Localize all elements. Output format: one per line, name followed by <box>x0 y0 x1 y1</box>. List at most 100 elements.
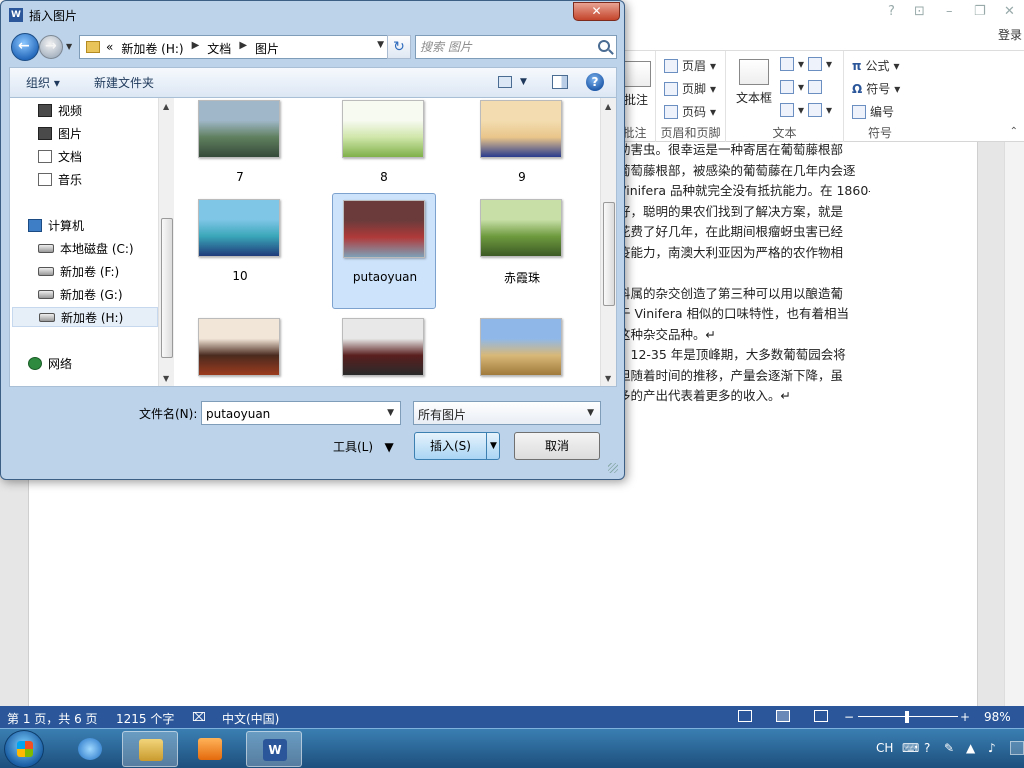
settings-tray-icon[interactable]: ✎ <box>944 741 954 755</box>
signature-button[interactable]: ▾ <box>808 57 832 71</box>
refresh-button[interactable]: ↻ <box>387 35 411 59</box>
scroll-thumb[interactable] <box>603 202 615 306</box>
ribbon-display-icon[interactable]: ⊡ <box>914 4 925 19</box>
file-tile[interactable]: 赤霞珠 <box>470 193 574 309</box>
restore-icon[interactable]: ❐ <box>974 4 986 19</box>
quick-parts-button[interactable]: ▾ <box>780 57 804 71</box>
file-tile[interactable] <box>332 312 436 386</box>
filename-combobox[interactable]: ▼ <box>201 401 401 425</box>
zoom-slider-thumb[interactable] <box>905 711 909 723</box>
image-thumbnail[interactable] <box>480 318 562 376</box>
taskbar-explorer[interactable] <box>122 731 178 767</box>
file-tile[interactable] <box>188 312 292 386</box>
scroll-down-icon[interactable]: ▼ <box>163 374 169 383</box>
input-language[interactable]: CH <box>876 741 893 755</box>
breadcrumb-overflow[interactable]: « <box>106 40 113 57</box>
filename-dropdown-icon[interactable]: ▼ <box>387 408 394 418</box>
image-thumbnail[interactable] <box>342 318 424 376</box>
navigation-scrollbar[interactable]: ▲ ▼ <box>158 98 174 386</box>
wordart-button[interactable]: ▾ <box>780 80 804 94</box>
address-bar[interactable]: « 新加卷 (H:) ▶ 文档 ▶ 图片 ▼ <box>79 35 389 59</box>
document-text[interactable]: 助害虫。很幸运是一种寄居在葡萄藤根部 葡萄藤根部，被感染的葡萄藤在几年内会逐 Vin… <box>618 140 870 407</box>
image-thumbnail[interactable] <box>480 100 562 158</box>
page-count-status[interactable]: 第 1 页，共 6 页 <box>7 710 98 727</box>
cancel-button[interactable]: 取消 <box>514 432 600 460</box>
web-layout-icon[interactable] <box>814 710 828 722</box>
help-button[interactable]: ? <box>586 73 604 91</box>
document-line[interactable]: 于 Vinifera 相似的口味特性，也有着相当 <box>618 304 870 325</box>
dropcap-button[interactable]: ▾ <box>780 103 804 117</box>
document-line[interactable]: 但随着时间的推移，产量会逐渐下降，虽 <box>618 366 870 387</box>
organize-button[interactable]: 组织 ▾ <box>26 74 60 91</box>
file-tile[interactable]: 10 <box>188 193 292 309</box>
back-button[interactable]: ← <box>11 33 39 61</box>
document-line[interactable]: 葡萄藤根部，被感染的葡萄藤在几年内会逐 <box>618 161 870 182</box>
nav-item-2[interactable]: 文档 <box>38 146 82 166</box>
textbox-button[interactable]: 文本框 <box>730 59 778 106</box>
image-thumbnail[interactable] <box>198 318 280 376</box>
dialog-close-button[interactable]: ✕ <box>573 2 620 21</box>
document-scrollbar[interactable] <box>1004 142 1024 706</box>
view-icon[interactable] <box>498 76 512 88</box>
recent-locations-dropdown[interactable]: ▼ <box>66 42 72 51</box>
image-thumbnail[interactable] <box>480 199 562 257</box>
nav-item-6[interactable]: 新加卷 (F:) <box>38 261 119 281</box>
tools-button[interactable]: 工具(L) ▼ <box>333 438 394 455</box>
nav-item-3[interactable]: 音乐 <box>38 169 82 189</box>
insert-button[interactable]: 插入(S) ▼ <box>414 432 500 460</box>
image-thumbnail[interactable] <box>343 200 425 258</box>
header-button[interactable]: 页眉 ▾ <box>664 57 716 74</box>
document-line[interactable]: 多的产出代表着更多的收入。↵ <box>618 386 870 407</box>
chevron-right-icon[interactable]: ▶ <box>239 40 247 57</box>
image-thumbnail[interactable] <box>198 199 280 257</box>
document-line[interactable]: 花费了好几年，在此期间根瘤蚜虫害已经 <box>618 222 870 243</box>
collapse-ribbon-icon[interactable]: ⌃ <box>1010 126 1018 137</box>
nav-item-0[interactable]: 视频 <box>38 100 82 120</box>
taskbar-word[interactable]: W <box>246 731 302 767</box>
document-line[interactable]: ，12-35 年是顶峰期，大多数葡萄园会将 <box>618 345 870 366</box>
nav-item-9[interactable]: 网络 <box>28 353 72 373</box>
zoom-out-icon[interactable]: − <box>844 710 854 724</box>
chevron-right-icon[interactable]: ▶ <box>192 40 200 57</box>
scroll-thumb[interactable] <box>161 218 173 358</box>
zoom-in-icon[interactable]: + <box>960 710 970 724</box>
scroll-down-icon[interactable]: ▼ <box>605 374 611 383</box>
dialog-title-bar[interactable]: W 插入图片 ✕ <box>1 1 624 29</box>
nav-item-4[interactable]: 计算机 <box>28 215 84 235</box>
document-line[interactable] <box>618 263 870 284</box>
word-count-status[interactable]: 1215 个字 <box>116 710 174 727</box>
view-dropdown-icon[interactable]: ▼ <box>520 77 527 87</box>
preview-pane-icon[interactable] <box>552 75 568 89</box>
search-input[interactable] <box>420 38 590 56</box>
nav-item-1[interactable]: 图片 <box>38 123 82 143</box>
breadcrumb-item-drive[interactable]: 新加卷 (H:) <box>121 40 183 57</box>
zoom-level[interactable]: 98% <box>984 710 1011 724</box>
search-icon[interactable] <box>598 40 610 52</box>
language-status[interactable]: 中文(中国) <box>222 710 279 727</box>
show-desktop-button[interactable] <box>1010 741 1024 755</box>
minimize-icon[interactable]: – <box>946 4 953 19</box>
nav-item-7[interactable]: 新加卷 (G:) <box>38 284 123 304</box>
numbering-button[interactable]: 编号 <box>852 103 894 120</box>
document-line[interactable]: Vinifera 品种就完全没有抵抗能力。在 1860- <box>618 181 870 202</box>
search-box[interactable] <box>415 35 617 59</box>
scroll-up-icon[interactable]: ▲ <box>163 102 169 111</box>
file-tile[interactable]: putaoyuan <box>332 193 436 309</box>
volume-icon[interactable]: ♪ <box>988 741 996 755</box>
nav-item-8[interactable]: 新加卷 (H:) <box>12 307 158 327</box>
help-icon[interactable]: ? <box>888 4 895 19</box>
document-line[interactable]: 科属的杂交创造了第三种可以用以酿造葡 <box>618 284 870 305</box>
document-line[interactable]: 疫能力，南澳大利亚因为严格的农作物相 <box>618 243 870 264</box>
file-tile[interactable] <box>470 312 574 386</box>
breadcrumb-item-documents[interactable]: 文档 <box>207 40 231 57</box>
read-mode-icon[interactable] <box>738 710 752 722</box>
start-button[interactable] <box>4 730 44 768</box>
print-layout-icon[interactable] <box>776 710 790 722</box>
new-folder-button[interactable]: 新建文件夹 <box>94 74 154 91</box>
resize-grip-icon[interactable] <box>608 463 618 473</box>
document-line[interactable]: 助害虫。很幸运是一种寄居在葡萄藤根部 <box>618 140 870 161</box>
equation-button[interactable]: π 公式 ▾ <box>852 57 900 74</box>
breadcrumb-item-pictures[interactable]: 图片 <box>255 40 279 57</box>
show-hidden-icons[interactable]: ▲ <box>966 741 975 755</box>
forward-button[interactable]: → <box>39 35 63 59</box>
